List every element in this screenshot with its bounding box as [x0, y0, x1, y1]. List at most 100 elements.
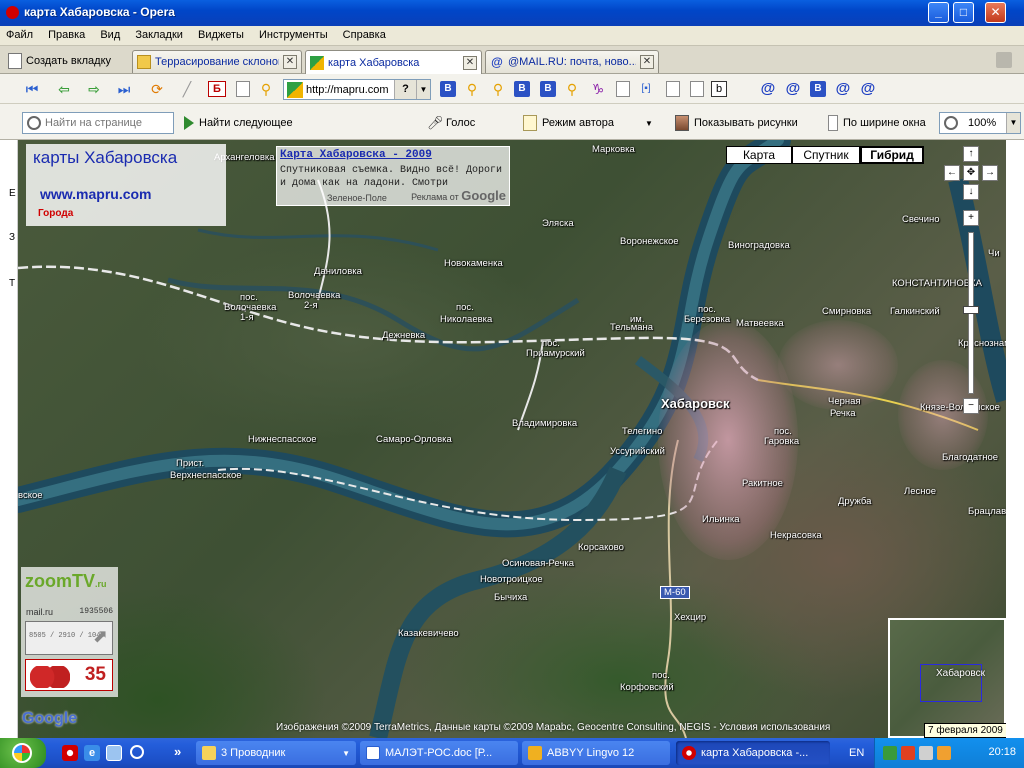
mail-at-icon[interactable]: @ [833, 80, 853, 98]
menu-tools[interactable]: Инструменты [253, 26, 334, 41]
fast-forward-icon[interactable]: ⏭ [114, 80, 134, 98]
opera-quicklaunch-icon[interactable] [62, 745, 78, 761]
tab-terracing[interactable]: Террасирование склонов ✕ [132, 50, 302, 73]
cities-link[interactable]: Города [38, 208, 73, 219]
vk-bookmark-icon[interactable]: В [810, 81, 826, 97]
mail-at-icon[interactable]: @ [858, 80, 878, 98]
maximize-button[interactable]: □ [953, 2, 974, 23]
taskbar-opera-khabarovsk[interactable]: карта Хабаровска -... [676, 741, 830, 765]
desktop-quicklaunch-icon[interactable] [106, 745, 122, 761]
bookmark-b-icon[interactable]: Б [208, 81, 226, 97]
tab-close-icon[interactable]: ✕ [640, 55, 654, 69]
rewind-icon[interactable]: ⏮ [22, 80, 42, 98]
zoom-dropdown-icon[interactable]: ▼ [1006, 113, 1020, 133]
vk-bookmark-icon[interactable]: В [440, 81, 456, 97]
search-icon[interactable]: ⚲ [462, 80, 482, 98]
mail-at-icon[interactable]: @ [783, 80, 803, 98]
close-window-button[interactable]: ✕ [985, 2, 1006, 23]
menu-view[interactable]: Вид [94, 26, 126, 41]
map-type-map-button[interactable]: Карта [726, 146, 792, 164]
dropdown-icon[interactable]: ▼ [645, 119, 653, 128]
zoom-select[interactable]: 100% ▼ [939, 112, 1021, 134]
google-logo[interactable]: Google [22, 710, 77, 728]
menu-bookmarks[interactable]: Закладки [129, 26, 189, 41]
zoom-slider-knob[interactable] [963, 306, 979, 314]
page-icon[interactable] [616, 81, 630, 97]
page-icon[interactable] [666, 81, 680, 97]
menu-widgets[interactable]: Виджеты [192, 26, 250, 41]
speaker-icon[interactable] [919, 746, 933, 760]
pan-down-icon[interactable]: ↓ [963, 184, 979, 200]
zoomtv-logo[interactable]: zoomTV.ru [25, 571, 107, 592]
pan-right-icon[interactable]: → [982, 165, 998, 181]
menu-edit[interactable]: Правка [42, 26, 91, 41]
vk-bookmark-icon[interactable]: В [540, 81, 556, 97]
satellite-map[interactable]: Хабаровск Архангеловка Марковка Эляска В… [18, 140, 1006, 738]
show-images-button[interactable]: Показывать рисунки [675, 114, 798, 132]
google-ad-box[interactable]: Карта Хабаровска - 2009 Спутниковая съем… [276, 146, 510, 206]
horoscope-icon[interactable]: ♑ [588, 80, 608, 98]
taskbar-word-doc[interactable]: МАЛЭТ-РОС.doc [Р... [360, 741, 518, 765]
edit-icon[interactable]: ╱ [177, 80, 197, 98]
search-quicklaunch-icon[interactable] [130, 745, 144, 759]
reload-icon[interactable]: ⟳ [147, 80, 167, 98]
zoomtv-widget[interactable]: zoomTV.ru mail.ru 1935506 8505 / 2910 / … [21, 567, 118, 697]
tray-app-icon[interactable] [937, 746, 951, 760]
new-tab-button[interactable]: Создать вкладку [8, 50, 111, 72]
pan-up-icon[interactable]: ↑ [963, 146, 979, 162]
quicklaunch-more-icon[interactable]: » [174, 745, 190, 761]
stats-counter-box[interactable]: 8505 / 2910 / 1040 ⬈ [25, 621, 113, 655]
map-label-khabarovsk[interactable]: Хабаровск [661, 396, 729, 411]
author-mode-button[interactable]: Режим автора ▼ [523, 114, 653, 132]
find-next-button[interactable]: Найти следующее [184, 114, 293, 132]
tab-khabarovsk-map[interactable]: карта Хабаровска ✕ [305, 50, 482, 74]
zoom-in-button[interactable]: + [963, 210, 979, 226]
taskbar-lingvo[interactable]: ABBYY Lingvo 12 [522, 741, 670, 765]
ie-quicklaunch-icon[interactable]: e [84, 745, 100, 761]
b-bookmark-icon[interactable]: b [711, 81, 727, 97]
map-type-hybrid-button[interactable]: Гибрид [860, 146, 924, 164]
start-button[interactable] [0, 738, 46, 768]
ad-title-link[interactable]: Карта Хабаровска - 2009 [280, 149, 432, 161]
fit-width-button[interactable]: По ширине окна [828, 114, 926, 132]
page-icon[interactable] [690, 81, 704, 97]
menu-help[interactable]: Справка [337, 26, 392, 41]
zoom-out-button[interactable]: − [963, 398, 979, 414]
bracket-icon[interactable]: [▪] [636, 80, 656, 98]
mail-at-icon[interactable]: @ [758, 80, 778, 98]
site-title[interactable]: карты Хабаровска [33, 148, 177, 168]
taskbar-explorer[interactable]: 3 Проводник ▼ [196, 741, 356, 765]
vk-bookmark-icon[interactable]: В [514, 81, 530, 97]
pan-left-icon[interactable]: ← [944, 165, 960, 181]
pan-center-icon[interactable]: ✥ [963, 165, 979, 181]
search-icon[interactable]: ⚲ [488, 80, 508, 98]
forward-arrow-icon[interactable]: ⇨ [84, 80, 104, 98]
search-icon[interactable]: ⚲ [562, 80, 582, 98]
trash-icon[interactable] [996, 52, 1012, 68]
antivirus-icon[interactable] [901, 746, 915, 760]
address-bar[interactable]: http://mapru.com ? ▼ [283, 79, 431, 100]
tab-close-icon[interactable]: ✕ [283, 55, 297, 69]
address-url[interactable]: http://mapru.com [306, 84, 394, 96]
back-arrow-icon[interactable]: ⇦ [54, 80, 74, 98]
find-on-page-input[interactable] [45, 117, 165, 129]
clock[interactable]: 20:18 [988, 746, 1016, 758]
rating-counter-box[interactable]: 35 [25, 659, 113, 691]
site-url-link[interactable]: www.mapru.com [40, 186, 152, 202]
search-icon[interactable]: ⚲ [256, 80, 276, 98]
menu-file[interactable]: Файл [0, 26, 39, 41]
page-info-icon[interactable]: ? [394, 80, 416, 99]
map-type-satellite-button[interactable]: Спутник [792, 146, 860, 164]
minimize-button[interactable]: _ [928, 2, 949, 23]
language-indicator[interactable]: EN [849, 747, 864, 759]
page-icon[interactable] [236, 81, 250, 97]
tab-close-icon[interactable]: ✕ [463, 55, 477, 70]
map-label: Черная [828, 396, 861, 407]
address-dropdown-icon[interactable]: ▼ [416, 80, 430, 99]
zoom-slider[interactable] [963, 232, 979, 394]
network-icon[interactable] [883, 746, 897, 760]
find-input-box[interactable] [22, 112, 174, 134]
voice-button[interactable]: 🎤︎ Голос [427, 114, 475, 132]
tab-mailru[interactable]: @ @MAIL.RU: почта, ново... ✕ [485, 50, 659, 73]
overview-minimap[interactable]: Хабаровск [888, 618, 1006, 738]
